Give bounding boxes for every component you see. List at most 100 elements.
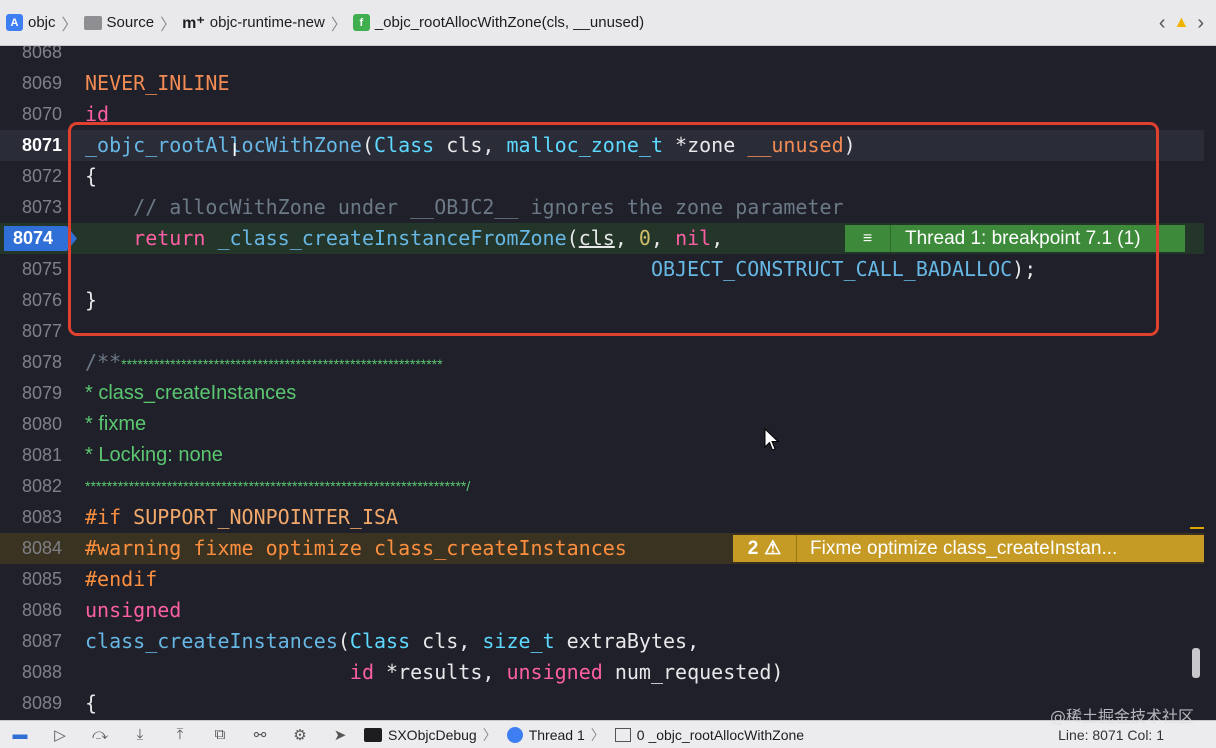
line-number[interactable]: 8085 [0,564,62,595]
code-text: class_createInstances(Class cls, size_t … [85,629,700,653]
code-text: #if SUPPORT_NONPOINTER_ISA [85,505,399,529]
doc-comment: * fixme [85,413,147,435]
code-editor[interactable]: 8068 8069 NEVER_INLINE 8070 id 8071 _obj… [0,46,1204,720]
breadcrumb-project[interactable]: A objc 〉 [6,11,84,35]
code-text: OBJECT_CONSTRUCT_CALL_BADALLOC); [650,257,1037,281]
continue-button[interactable]: ▷ [40,721,80,748]
warning-banner[interactable]: 2 ⚠ Fixme optimize class_createInstan... [733,535,1204,562]
stack-frame-icon [614,727,631,742]
code-line: 8087 class_createInstances(Class cls, si… [0,626,1204,657]
line-number[interactable]: 8076 [0,285,62,316]
objc-file-icon: m⁺ [182,14,205,32]
line-number[interactable]: 8070 [0,99,62,130]
current-code-line: 8071 _objc_rootAllocWithZone(Class cls, … [0,130,1204,161]
code-line: 8086 unsigned [0,595,1204,626]
breakpoint-banner-text: Thread 1: breakpoint 7.1 (1) [905,227,1141,249]
code-comment: // allocWithZone under __OBJC2__ ignores… [85,195,844,219]
warning-icon[interactable]: ▲ [1173,14,1189,32]
chevron-right-icon: 〉 [330,16,347,34]
step-out-button[interactable]: ⤒ [160,721,200,748]
code-text: #warning fixme optimize class_createInst… [85,536,627,560]
debug-thread-label: Thread 1 [528,726,585,743]
line-number[interactable]: 8069 [0,68,62,99]
toggle-debug-area-button[interactable]: ▬ [0,721,40,748]
code-line: 8069 NEVER_INLINE [0,68,1204,99]
scrollbar-thumb[interactable] [1192,648,1200,678]
breadcrumb-folder[interactable]: Source 〉 [83,11,183,35]
menu-lines-icon[interactable]: ≡ [845,225,891,252]
code-line: 8068 [0,46,1204,68]
line-number[interactable]: 8077 [0,316,62,347]
step-over-button[interactable]: ⤼ [80,721,120,748]
nav-back-button[interactable]: ‹ [1159,12,1166,35]
code-line: 8076 } [0,285,1204,316]
debug-frame-label: 0 _objc_rootAllocWithZone [636,726,805,743]
debug-breadcrumb-frame[interactable]: 0 _objc_rootAllocWithZone [614,726,805,743]
code-line: 8082 ***********************************… [0,471,1204,502]
line-number[interactable]: 8084 [0,533,62,564]
chevron-right-icon: 〉 [160,16,177,34]
line-number[interactable]: 8089 [0,688,62,719]
view-hierarchy-button[interactable]: ⧉ [200,721,240,748]
code-line: 8073 // allocWithZone under __OBJC2__ ig… [0,192,1204,223]
warning-count[interactable]: 2 ⚠ [733,535,797,562]
code-text: { [85,691,98,715]
warning-banner-text: Fixme optimize class_createInstan... [810,537,1118,559]
code-line: 8077 [0,316,1204,347]
warning-icon: ⚠ [764,538,782,559]
line-number[interactable]: 8082 [0,471,62,502]
watermark: @稀土掘金技术社区 [1049,707,1194,726]
environment-overrides-button[interactable]: ⚙ [280,721,320,748]
memory-graph-button[interactable]: ⚯ [240,721,280,748]
doc-comment: * Locking: none [85,444,223,466]
breadcrumb-function[interactable]: f _objc_rootAllocWithZone(cls, __unused) [352,14,644,31]
line-number[interactable]: 8073 [0,192,62,223]
debug-breadcrumb-scheme[interactable]: SXObjcDebug 〉 [364,725,503,745]
code-line: 8078 /**********************************… [0,347,1204,378]
line-number[interactable]: 8087 [0,626,62,657]
line-number[interactable]: 8075 [0,254,62,285]
line-number[interactable]: 8083 [0,502,62,533]
simulate-location-button[interactable]: ➤ [320,721,360,748]
warning-ruler-mark [1190,527,1204,529]
breadcrumb-folder-label: Source [106,14,155,31]
code-text: id [85,102,110,126]
text-cursor-icon: I [232,140,238,161]
nav-forward-button[interactable]: › [1197,12,1204,35]
code-line: 8075 OBJECT_CONSTRUCT_CALL_BADALLOC); [0,254,1204,285]
code-text: NEVER_INLINE [85,71,230,95]
code-line: 8081 * Locking: none [0,440,1204,471]
code-text: _objc_rootAllocWithZone(Class cls, mallo… [85,133,856,157]
debug-bar: ▬ ▷ ⤼ ⤓ ⤒ ⧉ ⚯ ⚙ ➤ SXObjcDebug 〉 Thread 1… [0,720,1216,748]
line-number[interactable]: 8071 [0,130,62,161]
chevron-right-icon: 〉 [482,726,497,743]
line-number[interactable]: 8081 [0,440,62,471]
line-number[interactable]: 8079 [0,378,62,409]
line-number[interactable]: 8088 [0,657,62,688]
jump-bar: A objc 〉 Source 〉 m⁺ objc-runtime-new 〉 … [0,0,1216,46]
breadcrumb-file[interactable]: m⁺ objc-runtime-new 〉 [182,11,353,35]
breakpoint-banner[interactable]: ≡ Thread 1: breakpoint 7.1 (1) [845,225,1185,252]
doc-comment: ****************************************… [85,478,471,494]
line-number[interactable]: 8078 [0,347,62,378]
code-line: 8083 #if SUPPORT_NONPOINTER_ISA [0,502,1204,533]
app-icon: A [6,14,23,31]
code-line: 8079 * class_createInstances [0,378,1204,409]
doc-comment: * class_createInstances [85,382,297,404]
line-number[interactable]: 8080 [0,409,62,440]
breadcrumb-project-label: objc [28,14,56,31]
line-number[interactable]: 8086 [0,595,62,626]
code-line: 8089 { [0,688,1204,719]
debug-scheme-label: SXObjcDebug [388,726,477,743]
line-number[interactable]: 8072 [0,161,62,192]
code-text: return _class_createInstanceFromZone(cls… [85,226,724,250]
debug-breadcrumb-thread[interactable]: Thread 1 〉 [506,725,611,745]
breakpoint-marker[interactable]: 8074 [4,226,77,251]
code-line: 8072 { [0,161,1204,192]
mouse-pointer-icon [764,428,780,451]
chevron-right-icon: 〉 [61,16,78,34]
editor-scrollbar[interactable] [1204,46,1216,720]
step-into-button[interactable]: ⤓ [120,721,160,748]
line-number[interactable]: 8068 [0,46,62,68]
code-text: id *results, unsigned num_requested) [349,660,784,684]
